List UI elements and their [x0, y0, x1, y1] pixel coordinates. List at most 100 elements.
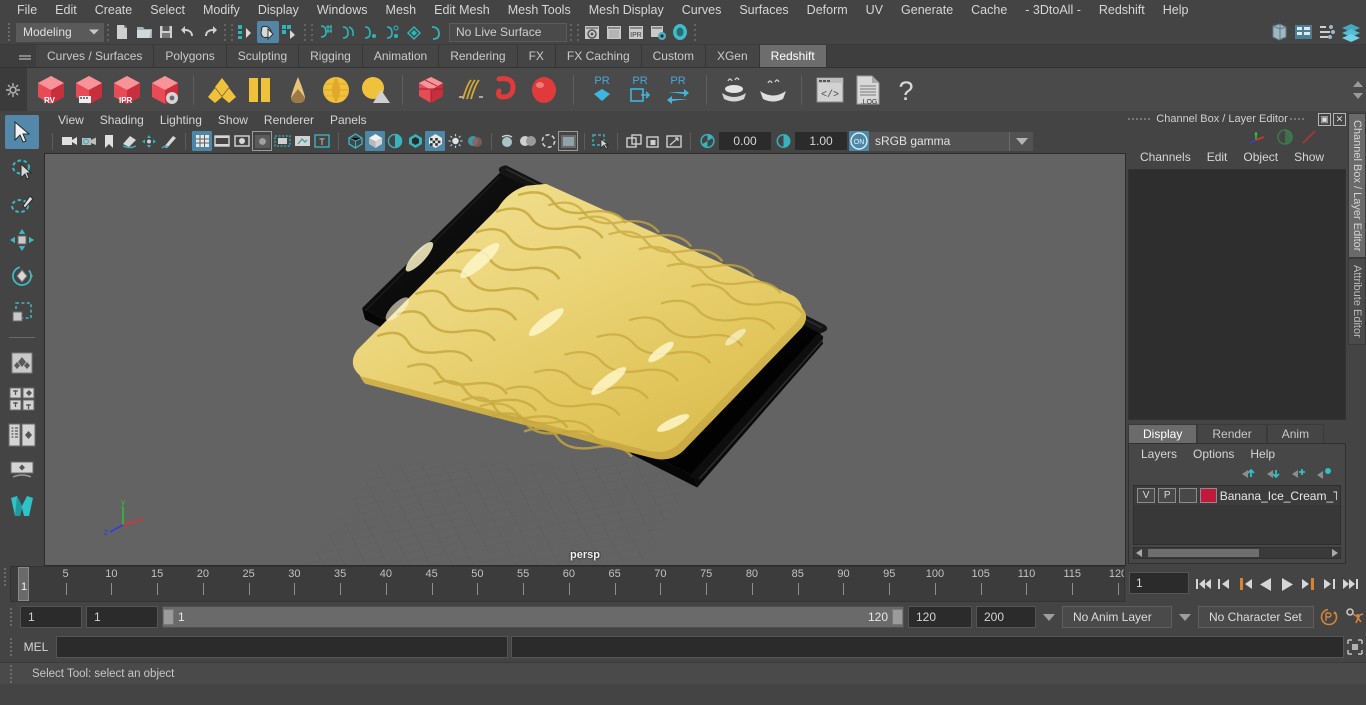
shelf-tab-custom[interactable]: Custom: [641, 45, 706, 67]
show-attribute-editor-icon[interactable]: [1292, 21, 1314, 43]
channelbox-menu-edit[interactable]: Edit: [1199, 149, 1236, 165]
two-pane-split-layout-button[interactable]: [5, 418, 39, 452]
open-scene-icon[interactable]: [133, 21, 155, 43]
paint-select-tool-button[interactable]: [5, 187, 39, 221]
play-forwards-icon[interactable]: [1277, 573, 1297, 595]
close-icon[interactable]: ✕: [1333, 112, 1346, 126]
menu-help[interactable]: Help: [1154, 1, 1198, 19]
shelf-button-redshift-sss[interactable]: [527, 72, 563, 108]
color-management-toggle-icon[interactable]: [558, 131, 578, 151]
scale-tool-button[interactable]: [5, 295, 39, 329]
use-default-material-icon[interactable]: [405, 131, 425, 151]
texture-display-icon[interactable]: [425, 131, 445, 151]
snap-to-projected-center-icon[interactable]: [381, 21, 403, 43]
save-scene-icon[interactable]: [155, 21, 177, 43]
range-slider-grip[interactable]: [6, 606, 16, 628]
select-tool-button[interactable]: [5, 115, 39, 149]
character-set-dropdown-arrow[interactable]: [1179, 613, 1191, 621]
menu-curves[interactable]: Curves: [673, 1, 731, 19]
layer-list-horizontal-scrollbar[interactable]: [1133, 547, 1341, 559]
animation-preferences-icon[interactable]: [1344, 606, 1366, 628]
xray-mode-icon[interactable]: [292, 131, 312, 151]
side-tab-attribute-editor[interactable]: Attribute Editor: [1348, 258, 1366, 346]
shelf-button-redshift-sun-sky[interactable]: [356, 72, 392, 108]
anim-layer-field[interactable]: No Anim Layer: [1062, 606, 1172, 628]
shelf-tab-animation[interactable]: Animation: [362, 45, 440, 67]
shelf-button-redshift-bake-set[interactable]: [717, 72, 753, 108]
shelf-button-redshift-proxy[interactable]: [413, 72, 449, 108]
layer-row[interactable]: V P Banana_Ice_Cream_Tra: [1134, 486, 1340, 505]
select-by-hierarchy-icon[interactable]: [235, 21, 257, 43]
section-grip-6[interactable]: [567, 21, 574, 43]
undo-icon[interactable]: [177, 21, 199, 43]
shelf-tab-xgen[interactable]: XGen: [705, 45, 760, 67]
command-line-grip[interactable]: [6, 636, 16, 658]
grid-toggle-icon[interactable]: [192, 131, 212, 151]
section-grip-2[interactable]: [221, 21, 228, 43]
four-view-layout-button[interactable]: [5, 382, 39, 416]
go-to-start-icon[interactable]: [1193, 573, 1213, 595]
snap-to-grid-icon[interactable]: [315, 21, 337, 43]
time-slider[interactable]: 1 5 10 15 20 25 30 35 40 45 50 55 60 65 70 75 80 85 90 95 1…: [10, 566, 1125, 602]
menu-file[interactable]: File: [8, 1, 46, 19]
shelf-tab-fx-caching[interactable]: FX Caching: [555, 45, 642, 67]
help-line-grip[interactable]: [6, 663, 16, 685]
menu-generate[interactable]: Generate: [892, 1, 962, 19]
exposure-field[interactable]: 0.00: [719, 132, 771, 150]
menu-surfaces[interactable]: Surfaces: [730, 1, 797, 19]
shelf-button-redshift-script-editor[interactable]: </>: [812, 72, 848, 108]
menu-cache[interactable]: Cache: [962, 1, 1016, 19]
move-layer-down-icon[interactable]: [1266, 467, 1283, 480]
shelf-button-redshift-pr-object[interactable]: PR: [584, 72, 620, 108]
viewport-menu-view[interactable]: View: [50, 112, 92, 128]
make-live-icon[interactable]: [425, 21, 447, 43]
scroll-up-icon[interactable]: [1353, 80, 1363, 87]
shelf-button-redshift-dome-light[interactable]: [318, 72, 354, 108]
shelf-button-redshift-bake[interactable]: [755, 72, 791, 108]
layer-playback-toggle[interactable]: P: [1158, 488, 1177, 503]
shelf-tab-fx[interactable]: FX: [517, 45, 556, 67]
menu-edit[interactable]: Edit: [46, 1, 86, 19]
use-all-lights-icon[interactable]: [445, 131, 465, 151]
menu-uv[interactable]: UV: [857, 1, 892, 19]
anim-layer-dropdown-arrow[interactable]: [1043, 613, 1055, 621]
shelf-button-redshift-render-sequence[interactable]: [71, 72, 107, 108]
color-management-on-icon[interactable]: ON: [849, 131, 869, 151]
grease-pencil-icon[interactable]: [159, 131, 179, 151]
shelf-button-redshift-material[interactable]: [204, 72, 240, 108]
anti-aliasing-icon[interactable]: [538, 131, 558, 151]
layer-shading-toggle[interactable]: [1179, 488, 1198, 503]
snap-to-point-icon[interactable]: [359, 21, 381, 43]
menu-set-selector[interactable]: Modeling: [16, 22, 104, 42]
snapshot-region-icon[interactable]: [644, 131, 664, 151]
restore-icon[interactable]: ▣: [1318, 112, 1331, 126]
redo-icon[interactable]: [199, 21, 221, 43]
layer-name[interactable]: Banana_Ice_Cream_Tra: [1220, 489, 1337, 503]
step-forward-keyframe-icon[interactable]: [1319, 573, 1339, 595]
character-set-field[interactable]: No Character Set: [1198, 606, 1314, 628]
shelf-button-redshift-ipr[interactable]: IPR: [109, 72, 145, 108]
channelbox-menu-object[interactable]: Object: [1235, 149, 1286, 165]
playback-end-time-field[interactable]: 120: [908, 606, 972, 628]
wireframe-shading-icon[interactable]: [345, 131, 365, 151]
section-grip-3[interactable]: [228, 21, 235, 43]
shelf-button-redshift-hair[interactable]: [451, 72, 487, 108]
section-grip-4[interactable]: [301, 21, 308, 43]
step-back-frame-icon[interactable]: [1235, 573, 1255, 595]
menu-mesh-display[interactable]: Mesh Display: [580, 1, 673, 19]
new-layer-from-selected-icon[interactable]: [1316, 467, 1333, 480]
layer-tab-display[interactable]: Display: [1128, 424, 1198, 443]
channelbox-menu-channels[interactable]: Channels: [1132, 149, 1199, 165]
section-grip-5[interactable]: [308, 21, 315, 43]
hypershade-icon[interactable]: [669, 21, 691, 43]
texture-toggle-icon[interactable]: T: [312, 131, 332, 151]
shelf-tab-polygons[interactable]: Polygons: [154, 45, 227, 67]
move-tool-button[interactable]: [5, 223, 39, 257]
section-grip-8[interactable]: [691, 21, 698, 43]
shelf-tab-rigging[interactable]: Rigging: [299, 45, 363, 67]
bookmark-icon[interactable]: [99, 131, 119, 151]
menu-3dtoall[interactable]: - 3DtoAll -: [1016, 1, 1090, 19]
layers-menu-layers[interactable]: Layers: [1133, 446, 1185, 462]
shelf-tab-rendering[interactable]: Rendering: [439, 45, 518, 67]
menu-create[interactable]: Create: [86, 1, 142, 19]
